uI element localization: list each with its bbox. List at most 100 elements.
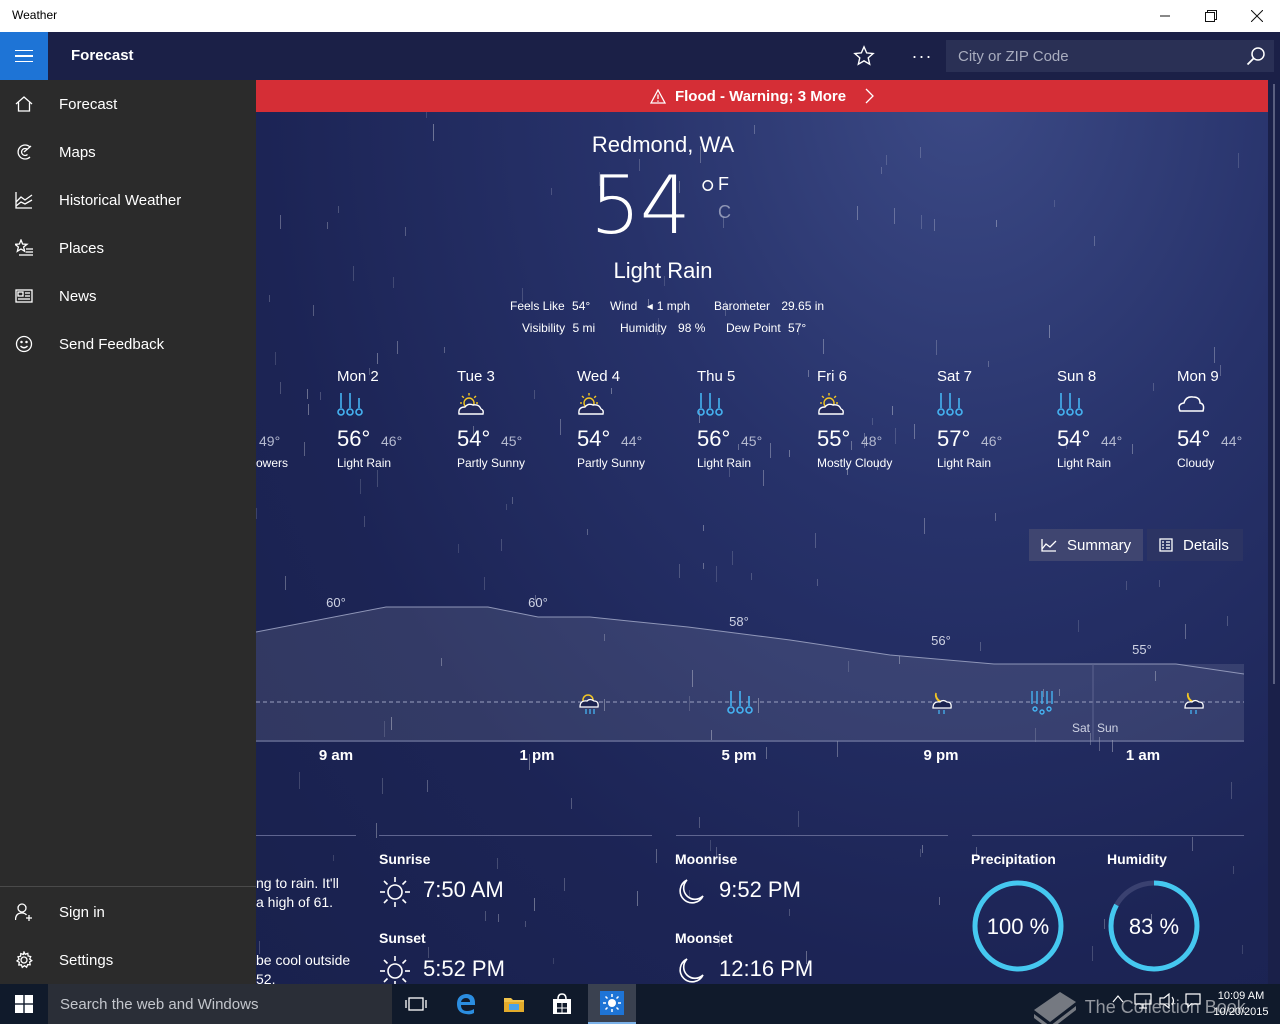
store-icon: [553, 993, 571, 1014]
celsius-toggle[interactable]: C: [718, 202, 731, 223]
nav-item-label: Historical Weather: [59, 191, 182, 209]
news-icon: [0, 272, 48, 320]
more-options-button[interactable]: ···: [904, 42, 940, 70]
day-name: Wed 4: [577, 368, 621, 385]
section-title: Forecast: [71, 47, 134, 64]
day-condition: Cloudy: [1177, 456, 1215, 470]
moonrise-time: 9:52 PM: [719, 877, 801, 902]
weather-app-taskbar-button[interactable]: [588, 984, 636, 1024]
more-icon: ···: [911, 45, 933, 66]
hamburger-menu-button[interactable]: [0, 32, 48, 80]
book-icon: [1034, 992, 1076, 1024]
nav-item-sign-in[interactable]: Sign in: [0, 888, 256, 936]
city-search-input[interactable]: [946, 40, 1236, 72]
watermark: The Collection Book: [1030, 988, 1246, 1024]
fahrenheit-toggle[interactable]: F: [718, 174, 729, 195]
hourly-temp-label: 56°: [931, 633, 951, 648]
card-divider: [676, 835, 948, 836]
daily-forecast-sat-7[interactable]: Sat 7 57° 46° Light Rain: [937, 366, 1057, 476]
nav-item-label: Maps: [59, 143, 96, 161]
rain-icon: [937, 392, 963, 423]
day-low: 45°: [501, 433, 523, 449]
alert-text: Flood - Warning; 3 More: [674, 87, 847, 105]
add-favorite-button[interactable]: [846, 42, 882, 70]
day-high: 56°: [697, 426, 731, 451]
day-condition: Light Rain: [937, 456, 992, 470]
partly-sunny-icon: [457, 392, 485, 423]
moonset-time: 12:16 PM: [719, 956, 814, 981]
hour-label: 1 am: [1125, 747, 1161, 764]
window-title: Weather: [12, 8, 58, 22]
weather-alert-banner[interactable]: Flood - Warning; 3 More: [256, 80, 1268, 112]
scrollbar-thumb[interactable]: [1273, 84, 1275, 684]
nav-item-forecast[interactable]: Forecast: [0, 80, 256, 128]
line-chart-icon: [1041, 539, 1057, 552]
taskbar-search: [48, 984, 392, 1024]
nav-item-places[interactable]: Places: [0, 224, 256, 272]
humidity-ring-label: Humidity: [1107, 851, 1167, 867]
start-button[interactable]: [0, 984, 48, 1024]
daily-forecast-tue-3[interactable]: Tue 3 54° 45° Partly Sunny: [457, 366, 577, 476]
nav-item-historical-weather[interactable]: Historical Weather: [0, 176, 256, 224]
sunset-time: 5:52 PM: [423, 956, 505, 981]
day-high: 54°: [457, 426, 491, 451]
humidity-value: 83 %: [1128, 914, 1180, 939]
hourly-temp-label: 60°: [528, 595, 548, 610]
daily-forecast-mon-9[interactable]: Mon 9 54° 44° Cloudy: [1177, 366, 1268, 476]
details-view-button[interactable]: Details: [1147, 529, 1243, 561]
visibility: Visibility 5 mi: [522, 321, 596, 335]
search-icon: [1246, 47, 1265, 66]
hour-label: 9 am: [318, 747, 354, 764]
chevron-right-icon: [865, 88, 874, 104]
store-button[interactable]: [538, 984, 586, 1024]
task-view-button[interactable]: [392, 984, 440, 1024]
rain-icon: [697, 392, 723, 423]
wind: Wind ◂ 1 mph: [610, 299, 691, 313]
nav-item-maps[interactable]: Maps: [0, 128, 256, 176]
close-button[interactable]: [1234, 0, 1280, 32]
nav-item-send-feedback[interactable]: Send Feedback: [0, 320, 256, 368]
partly-sunny-icon: [817, 392, 845, 423]
minimize-button[interactable]: [1142, 0, 1188, 32]
wind-direction-icon: ◂: [646, 299, 653, 313]
card-divider: [256, 835, 356, 836]
gear-icon: [0, 936, 48, 984]
daily-forecast-fri-6[interactable]: Fri 6 55° 48° Mostly Cloudy: [817, 366, 937, 476]
day-low: 44°: [621, 433, 643, 449]
navigation-pane: Forecast Maps Historical Weather Places …: [0, 80, 256, 984]
hourly-temp-label: 55°: [1132, 642, 1152, 657]
current-temperature: 54 °: [590, 159, 718, 252]
day-low: 45°: [741, 433, 763, 449]
sunset-icon: [380, 956, 410, 984]
scrollbar[interactable]: [1268, 80, 1280, 984]
chart-icon: [0, 176, 48, 224]
edge-browser-button[interactable]: [442, 984, 490, 1024]
summary-view-button[interactable]: Summary: [1029, 529, 1143, 561]
file-explorer-button[interactable]: [490, 984, 538, 1024]
nav-item-label: Send Feedback: [59, 335, 165, 353]
map-icon: [0, 128, 48, 176]
night-summary-text: be cool outside 52.: [256, 952, 351, 984]
nav-item-label: Sign in: [59, 903, 105, 921]
day-high: 54°: [577, 426, 611, 451]
daily-forecast-thu-5[interactable]: Thu 5 56° 45° Light Rain: [697, 366, 817, 476]
nav-item-label: News: [59, 287, 97, 305]
taskbar-search-input[interactable]: [48, 984, 392, 1024]
app-bar: Forecast ···: [0, 32, 1280, 80]
nav-item-news[interactable]: News: [0, 272, 256, 320]
day-name: Mon 9: [1177, 368, 1219, 385]
daily-forecast-sun-8[interactable]: Sun 8 54° 44° Light Rain: [1057, 366, 1177, 476]
day-condition: Mostly Cloudy: [817, 456, 893, 470]
windows-logo-icon: [15, 995, 33, 1013]
search-button[interactable]: [1244, 45, 1268, 67]
nav-item-settings[interactable]: Settings: [0, 936, 256, 984]
restore-icon: [1205, 10, 1217, 22]
hourly-chart-graphic: [256, 606, 1244, 742]
hour-label: 9 pm: [923, 747, 959, 764]
sunrise-label: Sunrise: [379, 851, 431, 867]
day-condition: Light Rain: [337, 456, 392, 470]
restore-button[interactable]: [1188, 0, 1234, 32]
daily-forecast-mon-2[interactable]: Mon 2 56° 46° Light Rain: [337, 366, 457, 476]
moonset-icon: [679, 958, 704, 983]
daily-forecast-wed-4[interactable]: Wed 4 54° 44° Partly Sunny: [577, 366, 697, 476]
